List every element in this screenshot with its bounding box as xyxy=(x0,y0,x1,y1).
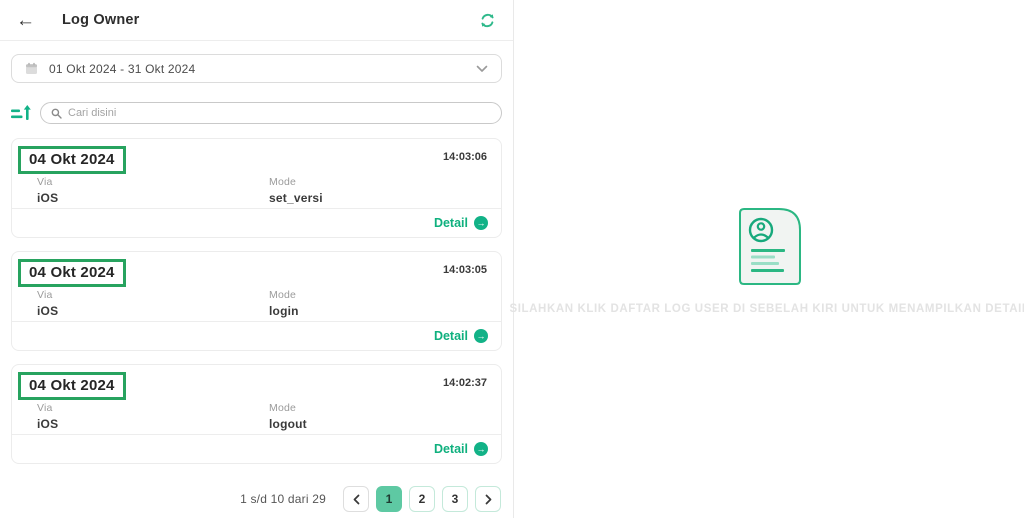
via-value: iOS xyxy=(37,191,59,205)
via-label: Via xyxy=(37,402,53,414)
search-input[interactable] xyxy=(68,107,491,119)
detail-label: Detail xyxy=(433,216,468,230)
detail-label: Detail xyxy=(433,442,468,456)
page-button-3[interactable]: 3 xyxy=(442,486,468,512)
mode-label: Mode xyxy=(269,402,297,414)
via-value: iOS xyxy=(37,304,59,318)
search-row xyxy=(11,102,502,124)
log-time: 14:02:37 xyxy=(442,377,487,389)
page-button-1[interactable]: 1 xyxy=(376,486,402,512)
card-fields: Via iOS Mode set_versi xyxy=(12,176,501,205)
log-date-highlighted: 04 Okt 2024 xyxy=(18,259,126,287)
date-range-value: 01 Okt 2024 - 31 Okt 2024 xyxy=(49,61,196,76)
mode-label: Mode xyxy=(269,176,297,188)
pagination: 1 s/d 10 dari 29 1 2 3 xyxy=(0,486,513,512)
page-button-2[interactable]: 2 xyxy=(409,486,435,512)
sort-ascending-icon[interactable] xyxy=(11,104,33,122)
empty-state-message: SILAHKAN KLIK DAFTAR LOG USER DI SEBELAH… xyxy=(509,303,1024,315)
search-box xyxy=(40,102,502,124)
page-next-button[interactable] xyxy=(475,486,501,512)
mode-value: set_versi xyxy=(269,191,323,205)
log-card[interactable]: 04 Okt 2024 14:02:37 Via iOS Mode logout… xyxy=(11,364,502,464)
mode-value: logout xyxy=(269,417,307,431)
via-value: iOS xyxy=(37,417,59,431)
page-prev-button[interactable] xyxy=(343,486,369,512)
refresh-icon[interactable] xyxy=(477,10,497,30)
log-date-highlighted: 04 Okt 2024 xyxy=(18,372,126,400)
card-fields: Via iOS Mode login xyxy=(12,289,501,318)
page-title: Log Owner xyxy=(62,12,140,28)
log-card[interactable]: 04 Okt 2024 14:03:05 Via iOS Mode login … xyxy=(11,251,502,351)
log-owner-screen: ← Log Owner 01 Okt 2024 - 31 Okt 2024 Ca… xyxy=(0,0,1024,518)
search-icon xyxy=(51,108,62,119)
mode-value: login xyxy=(269,304,299,318)
date-range-select[interactable]: 01 Okt 2024 - 31 Okt 2024 xyxy=(11,54,502,83)
card-footer: Detail → xyxy=(12,434,501,463)
back-arrow-icon[interactable]: ← xyxy=(16,11,35,30)
log-card[interactable]: 04 Okt 2024 14:03:06 Via iOS Mode set_ve… xyxy=(11,138,502,238)
calendar-icon xyxy=(25,62,38,75)
log-time: 14:03:05 xyxy=(442,264,487,276)
via-label: Via xyxy=(37,176,53,188)
detail-label: Detail xyxy=(433,329,468,343)
arrow-right-circle-icon: → xyxy=(474,216,488,230)
card-fields: Via iOS Mode logout xyxy=(12,402,501,431)
panel-header: ← Log Owner xyxy=(0,0,513,41)
log-date-highlighted: 04 Okt 2024 xyxy=(18,146,126,174)
detail-link[interactable]: Detail → xyxy=(434,442,488,456)
card-top-row: 04 Okt 2024 14:03:05 xyxy=(12,252,501,287)
card-footer: Detail → xyxy=(12,321,501,350)
arrow-right-circle-icon: → xyxy=(474,329,488,343)
mode-label: Mode xyxy=(269,289,297,301)
card-top-row: 04 Okt 2024 14:02:37 xyxy=(12,365,501,400)
arrow-right-circle-icon: → xyxy=(474,442,488,456)
document-with-user-icon xyxy=(738,208,801,285)
log-list-panel: ← Log Owner 01 Okt 2024 - 31 Okt 2024 Ca… xyxy=(0,0,514,518)
chevron-down-icon xyxy=(476,65,488,73)
card-footer: Detail → xyxy=(12,208,501,237)
detail-empty-state-panel: SILAHKAN KLIK DAFTAR LOG USER DI SEBELAH… xyxy=(509,0,1024,518)
log-time: 14:03:06 xyxy=(442,151,487,163)
detail-link[interactable]: Detail → xyxy=(434,329,488,343)
card-top-row: 04 Okt 2024 14:03:06 xyxy=(12,139,501,174)
via-label: Via xyxy=(37,289,53,301)
detail-link[interactable]: Detail → xyxy=(434,216,488,230)
pagination-summary: 1 s/d 10 dari 29 xyxy=(240,492,326,506)
